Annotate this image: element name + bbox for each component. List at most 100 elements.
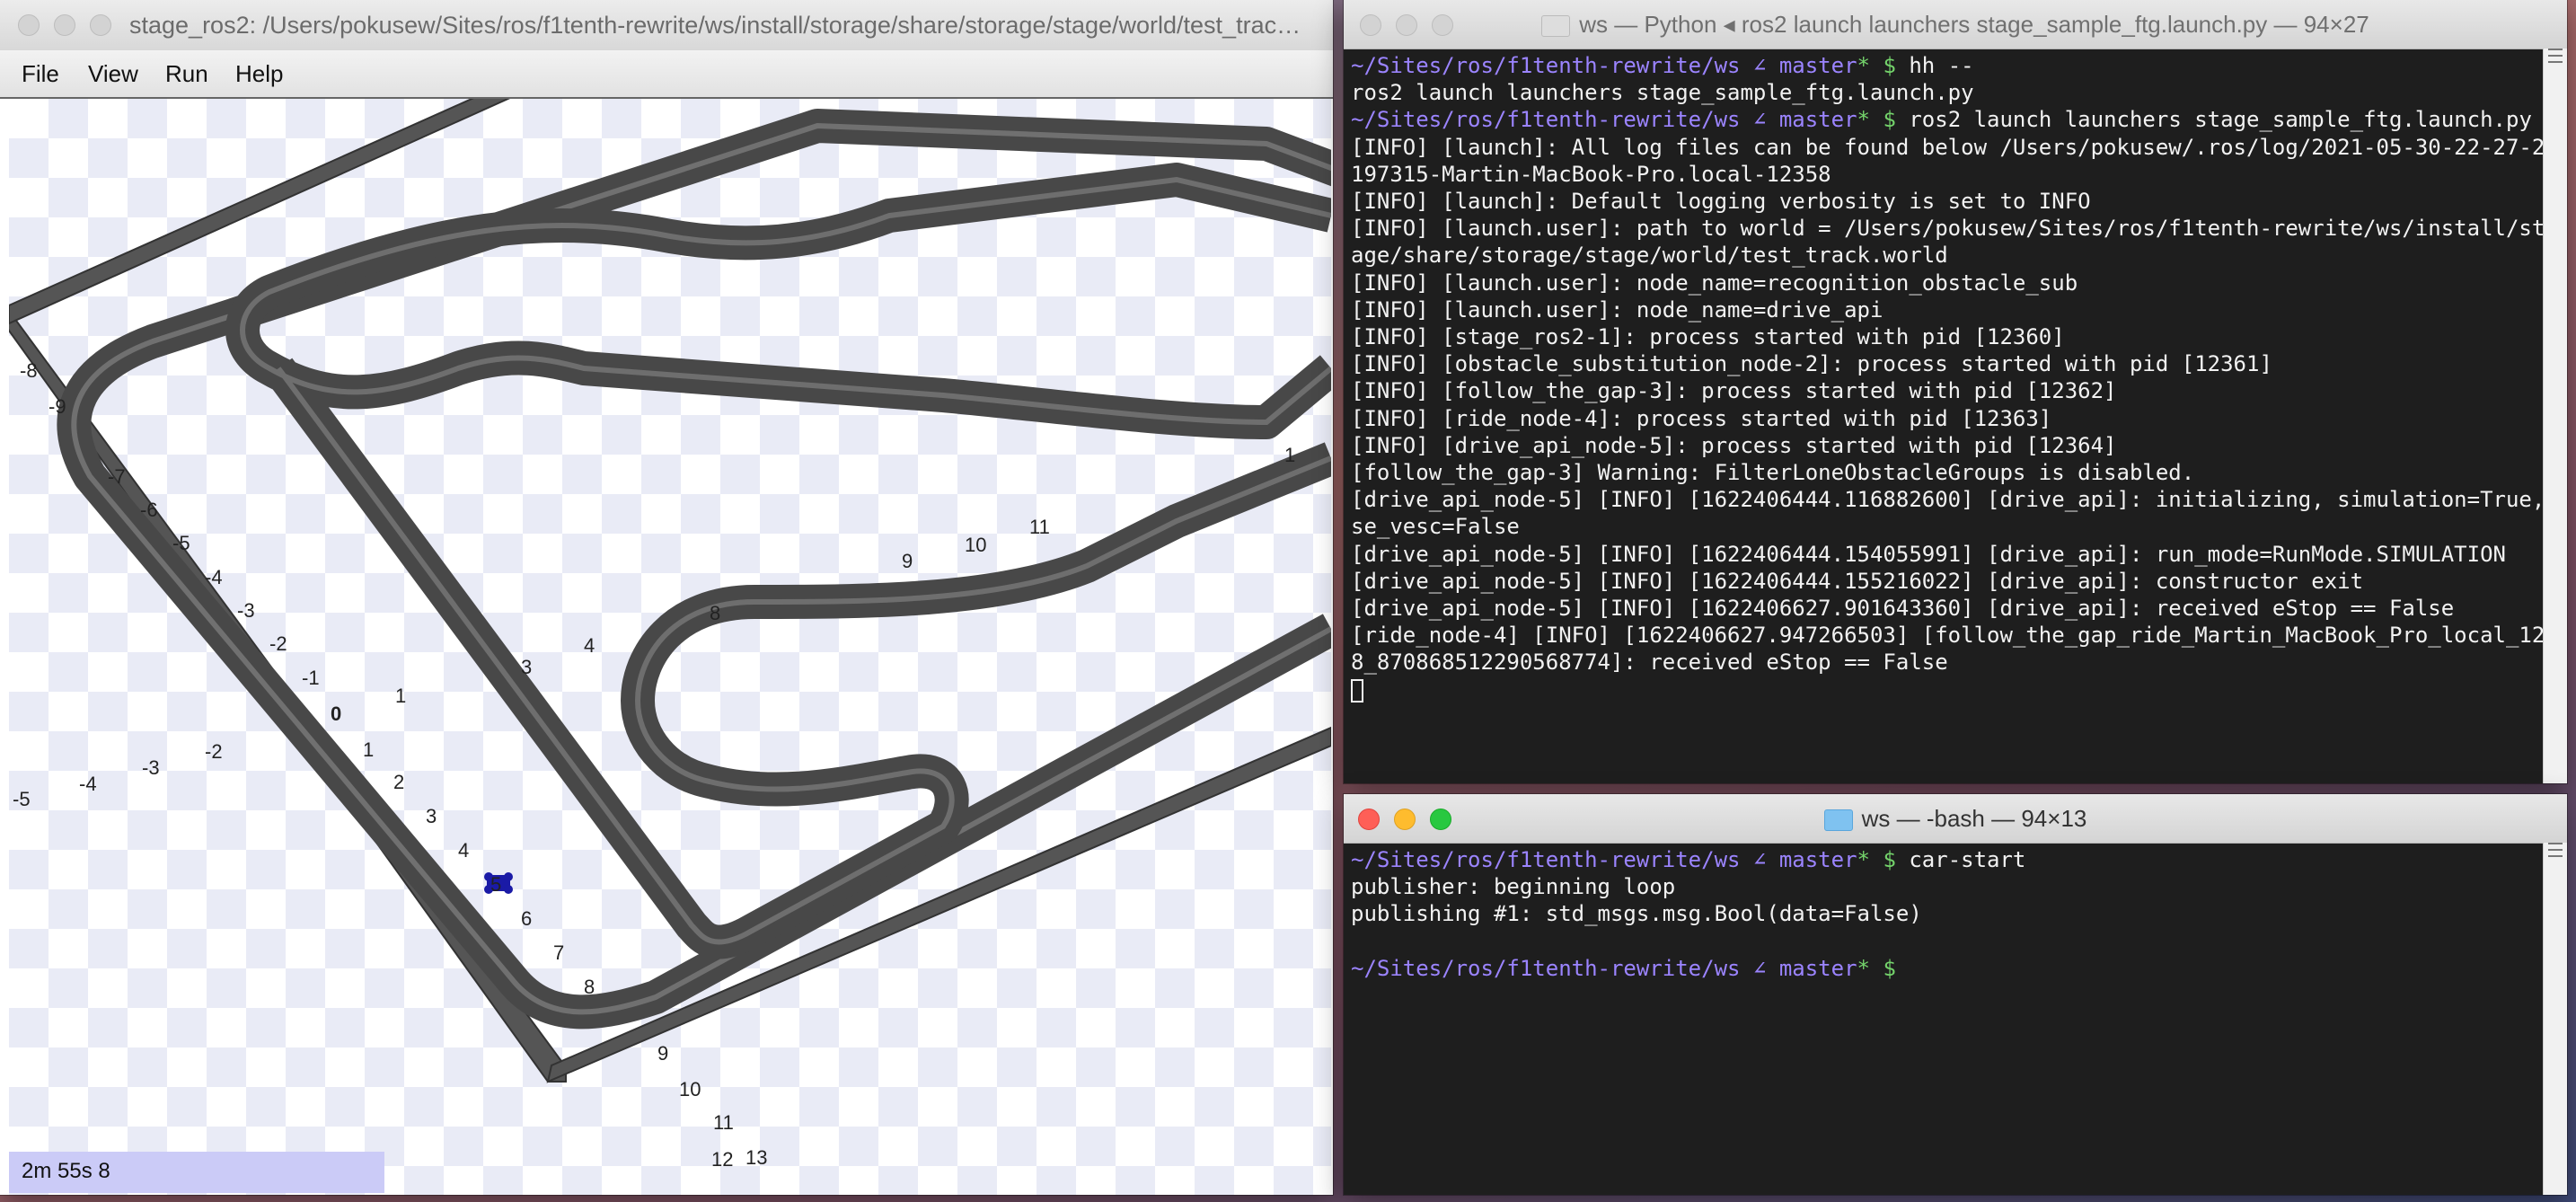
- grid-label: 10: [679, 1078, 701, 1100]
- grid-label: -4: [79, 773, 97, 795]
- output-line: [drive_api_node-5] [INFO] [1622406627.90…: [1351, 596, 2455, 622]
- terminal-titlebar[interactable]: ws — Python ◂ ros2 launch launchers stag…: [1344, 0, 2567, 49]
- output-line: [INFO] [launch.user]: node_name=drive_ap…: [1351, 296, 1883, 323]
- prompt-path: ~/Sites/ros/f1tenth-rewrite/ws: [1351, 955, 1741, 981]
- window-title: ws — Python ◂ ros2 launch launchers stag…: [1579, 11, 2369, 38]
- prompt-path: ~/Sites/ros/f1tenth-rewrite/ws: [1351, 107, 1741, 133]
- output-line: [INFO] [obstacle_substitution_node-2]: p…: [1351, 351, 2272, 377]
- grid-label: 5: [490, 873, 501, 896]
- output-line: age/share/storage/stage/world/test_track…: [1351, 243, 1948, 269]
- prompt-branch: ∠ master: [1752, 107, 1857, 133]
- grid-label: 13: [745, 1146, 767, 1169]
- terminal-output[interactable]: ~/Sites/ros/f1tenth-rewrite/ws ∠ master*…: [1344, 49, 2544, 783]
- grid-label: 1: [395, 685, 406, 707]
- output-line: publishing #1: std_msgs.msg.Bool(data=Fa…: [1351, 901, 1922, 927]
- output-line: ros2 launch launchers stage_sample_ftg.l…: [1351, 80, 1974, 106]
- output-line: [drive_api_node-5] [INFO] [1622406444.15…: [1351, 541, 2506, 567]
- grid-label: -6: [140, 499, 158, 521]
- grid-label: 11: [713, 1111, 734, 1134]
- grid-label: 11: [1029, 516, 1050, 538]
- grid-label: 7: [553, 941, 564, 964]
- output-line: [drive_api_node-5] [INFO] [1622406444.15…: [1351, 568, 2364, 594]
- grid-label: 6: [521, 907, 532, 930]
- output-line: [INFO] [ride_node-4]: process started wi…: [1351, 405, 2052, 431]
- grid-label: 3: [426, 805, 437, 827]
- terminal-window-launch: ws — Python ◂ ros2 launch launchers stag…: [1344, 0, 2567, 783]
- grid-label: 12: [711, 1148, 733, 1171]
- scrollbar[interactable]: [2543, 843, 2567, 1195]
- grid-label: -7: [108, 465, 126, 488]
- folder-icon: [1823, 809, 1853, 832]
- sim-time: 2m 55s 8: [22, 1159, 110, 1183]
- grid-label: -2: [269, 632, 287, 655]
- simulation-canvas[interactable]: -9 -8 -7 -6 -5 -4 -3 -2 -1 0 1 -5 -4 -3 …: [9, 99, 1331, 1195]
- grid-label: 8: [584, 976, 595, 998]
- output-line: [INFO] [launch]: Default logging verbosi…: [1351, 189, 2091, 215]
- prompt-star: *: [1857, 107, 1870, 133]
- outer-track-wall: [57, 109, 1331, 1030]
- grid-label: 4: [584, 634, 595, 657]
- grid-label: -5: [13, 788, 31, 810]
- grid-label: 10: [965, 534, 986, 556]
- command: ros2 launch launchers stage_sample_ftg.l…: [1895, 107, 2532, 133]
- close-button[interactable]: [18, 14, 40, 36]
- output-line: [INFO] [launch]: All log files can be fo…: [1351, 134, 2544, 160]
- prompt-star: *: [1857, 955, 1870, 981]
- prompt-branch: ∠ master: [1752, 955, 1857, 981]
- command: hh --: [1895, 53, 1974, 78]
- status-bar: 2m 55s 8: [9, 1152, 384, 1193]
- grid-label: 8: [710, 602, 720, 624]
- prompt-star: *: [1857, 53, 1870, 78]
- scrollbar[interactable]: [2543, 49, 2567, 783]
- command: car-start: [1895, 847, 2026, 872]
- grid-label: -9: [49, 395, 66, 418]
- scroll-menu-icon[interactable]: [2548, 49, 2563, 63]
- grid-label: 4: [458, 839, 469, 862]
- prompt-symbol: $: [1883, 53, 1896, 78]
- prompt-symbol: $: [1883, 847, 1896, 872]
- grid-label: -2: [205, 740, 223, 763]
- prompt-symbol: $: [1883, 955, 1896, 981]
- menu-file[interactable]: File: [22, 50, 59, 97]
- terminal-window-bash: ws — -bash — 94×13 ~/Sites/ros/f1tenth-r…: [1344, 794, 2567, 1195]
- stage-window: stage_ros2: /Users/pokusew/Sites/ros/f1t…: [0, 0, 1333, 1195]
- text-cursor: [1351, 678, 1363, 703]
- zoom-button[interactable]: [90, 14, 111, 36]
- grid-label: 1: [1284, 444, 1295, 466]
- output-line: publisher: beginning loop: [1351, 874, 1676, 900]
- menu-help[interactable]: Help: [235, 50, 283, 97]
- output-line: [INFO] [drive_api_node-5]: process start…: [1351, 432, 2117, 458]
- grid-label: 9: [657, 1042, 668, 1065]
- output-line: [follow_the_gap-3] Warning: FilterLoneOb…: [1351, 460, 2195, 486]
- grid-label: -8: [20, 359, 38, 382]
- minimize-button[interactable]: [54, 14, 75, 36]
- grid-label: 3: [521, 656, 532, 678]
- prompt-star: *: [1857, 847, 1870, 872]
- scroll-menu-icon[interactable]: [2548, 843, 2563, 857]
- prompt-path: ~/Sites/ros/f1tenth-rewrite/ws: [1351, 53, 1741, 78]
- folder-icon: [1541, 15, 1571, 38]
- prompt-symbol: $: [1883, 107, 1896, 133]
- grid-label: 0: [331, 703, 341, 725]
- terminal-output[interactable]: ~/Sites/ros/f1tenth-rewrite/ws ∠ master*…: [1344, 843, 2544, 1195]
- output-line: [INFO] [follow_the_gap-3]: process start…: [1351, 378, 2117, 404]
- grid-label: 1: [363, 738, 374, 761]
- prompt-branch: ∠ master: [1752, 53, 1857, 78]
- terminal-titlebar[interactable]: ws — -bash — 94×13: [1344, 794, 2567, 844]
- grid-label: -4: [205, 566, 223, 588]
- output-line: [INFO] [launch.user]: path to world = /U…: [1351, 216, 2544, 242]
- track-view: -9 -8 -7 -6 -5 -4 -3 -2 -1 0 1 -5 -4 -3 …: [9, 99, 1331, 1171]
- window-title: ws — -bash — 94×13: [1861, 805, 2087, 832]
- grid-label: 9: [902, 550, 913, 572]
- prompt-path: ~/Sites/ros/f1tenth-rewrite/ws: [1351, 847, 1741, 872]
- grid-label: -5: [172, 532, 190, 554]
- grid-label: -3: [142, 756, 160, 779]
- menu-view[interactable]: View: [88, 50, 138, 97]
- output-line: [INFO] [stage_ros2-1]: process started w…: [1351, 324, 2065, 350]
- window-title: stage_ros2: /Users/pokusew/Sites/ros/f1t…: [129, 12, 1311, 39]
- menu-run[interactable]: Run: [165, 50, 208, 97]
- output-line: [drive_api_node-5] [INFO] [1622406444.11…: [1351, 487, 2544, 513]
- stage-titlebar[interactable]: stage_ros2: /Users/pokusew/Sites/ros/f1t…: [0, 0, 1333, 51]
- output-line: [INFO] [launch.user]: node_name=recognit…: [1351, 270, 2078, 296]
- output-line: 8_870868512290568774]: received eStop ==…: [1351, 650, 1948, 676]
